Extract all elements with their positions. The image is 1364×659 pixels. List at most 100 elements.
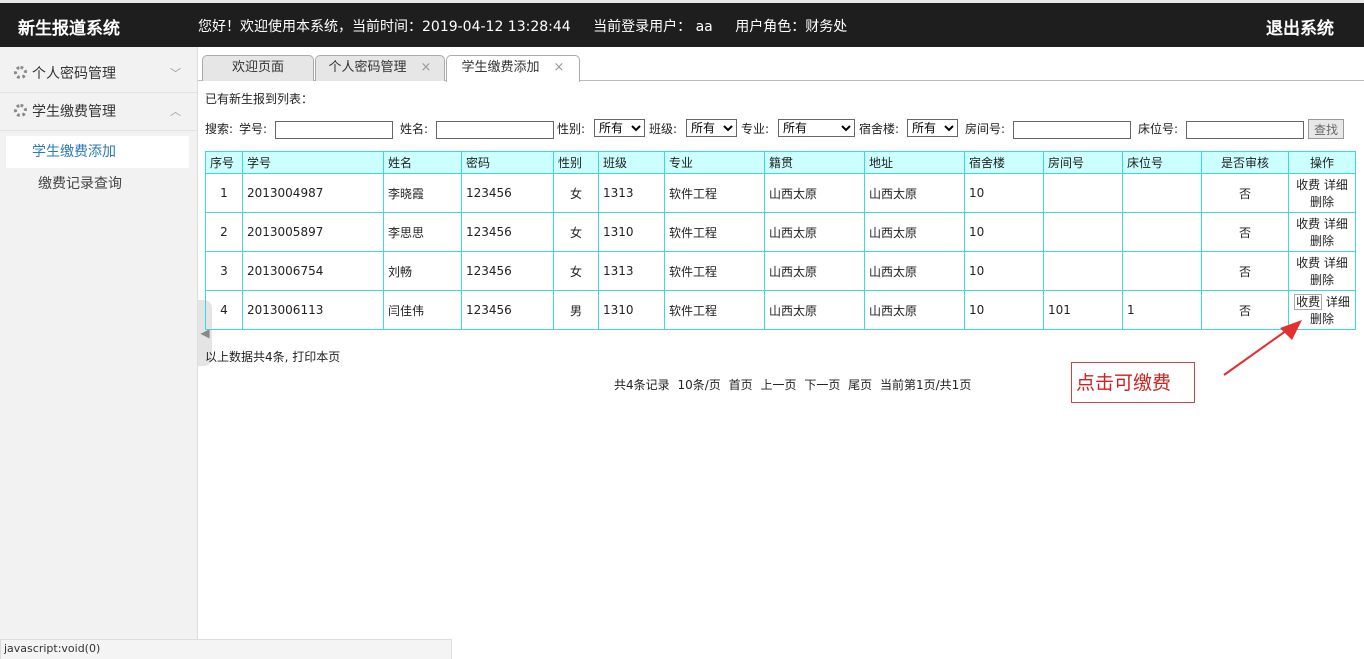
greeting-text: 您好！欢迎使用本系统，当前时间：2019-04-12 13:28:44 [198,19,571,35]
table-cell: 1 [205,173,243,213]
user-role: 用户角色：财务处 [735,19,848,35]
tab-bar: 欢迎页面 个人密码管理 × 学生缴费添加 × [198,47,1364,82]
chevron-up-icon: ︿ [170,105,181,118]
table-cell: 刘畅 [383,251,462,291]
table-cell: 1310 [598,212,665,252]
room-input[interactable] [1013,121,1131,139]
table-cell: 1313 [598,173,665,213]
table-cell: 123456 [461,290,554,330]
table-cell: 2013006754 [242,251,384,291]
col-native: 籍贯 [764,151,865,174]
table-cell: 123456 [461,212,554,252]
sidebar-group-password[interactable]: 个人密码管理 ﹀ [0,55,197,93]
table-row: 2 2013005897 李思思 123456 女 1310 软件工程 山西太原 山西太原 10 否… [205,212,1356,252]
summary-text: 以上数据共4条, 打印本页 [205,350,341,364]
tab-welcome[interactable]: 欢迎页面 [202,55,314,81]
current-user: 当前登录用户： aa [593,19,713,35]
pager-prev[interactable]: 上一页 [760,378,796,392]
pager-total: 共4条记录 [614,378,670,392]
table-cell: 1313 [598,251,665,291]
table-cell: 10 [964,290,1044,330]
table-cell: 2013005897 [242,212,384,252]
col-gender: 性别 [553,151,599,174]
pager-current: 当前第1页/共1页 [880,378,972,392]
detail-link[interactable]: 详细 [1324,256,1348,270]
tab-label: 欢迎页面 [231,60,284,75]
table-cell [1043,173,1123,213]
sidebar-item-payment-records[interactable]: 缴费记录查询 [6,168,189,200]
table-cell: 李思思 [383,212,462,252]
logout-button[interactable]: 退出系统 [1266,14,1334,39]
table-cell: 否 [1201,251,1289,291]
detail-link[interactable]: 详细 [1324,178,1348,192]
charge-link[interactable]: 收费 [1294,294,1323,310]
col-student-no: 学号 [242,151,384,174]
table-row: 3 2013006754 刘畅 123456 女 1313 软件工程 山西太原 山西太原 10 否收… [205,251,1356,291]
table-cell: 2 [205,212,243,252]
gender-label: 性别: [557,122,586,136]
student-no-input[interactable] [275,121,393,139]
table-cell: 否 [1201,173,1289,213]
table-cell: 山西太原 [864,173,965,213]
tab-password[interactable]: 个人密码管理 × [315,55,445,81]
main-content: 已有新生报到列表： 搜索: 学号: 姓名: 性别: 所有 班级: 所有 专业: … [205,90,1360,141]
table-cell: 闫佳伟 [383,290,462,330]
table-cell: 3 [205,251,243,291]
close-icon[interactable]: × [554,60,565,75]
table-cell: 123456 [461,173,554,213]
table-cell: 123456 [461,251,554,291]
col-room: 房间号 [1043,151,1123,174]
charge-link[interactable]: 收费 [1296,256,1320,270]
table-cell: 女 [553,212,599,252]
delete-link[interactable]: 删除 [1293,271,1351,288]
charge-link[interactable]: 收费 [1296,178,1320,192]
class-select[interactable]: 所有 [686,119,737,137]
col-name: 姓名 [383,151,462,174]
dorm-select[interactable]: 所有 [907,119,958,137]
table-cell: 2013004987 [242,173,384,213]
sidebar-group-label: 学生缴费管理 [32,104,116,120]
col-address: 地址 [864,151,965,174]
sidebar-group-payment[interactable]: 学生缴费管理 ︿ [0,93,197,131]
room-label: 房间号: [965,122,1006,136]
table-cell: 山西太原 [764,173,865,213]
charge-link[interactable]: 收费 [1296,217,1320,231]
name-input[interactable] [436,121,554,139]
gender-select[interactable]: 所有 [594,119,645,137]
class-label: 班级: [649,122,678,136]
table-cell: 10 [964,173,1044,213]
delete-link[interactable]: 删除 [1293,193,1351,210]
sidebar-item-payment-add[interactable]: 学生缴费添加 [6,136,189,168]
pager-next[interactable]: 下一页 [804,378,840,392]
table-cell: 山西太原 [864,212,965,252]
app-title: 新生报道系统 [18,19,120,39]
table-cell: 山西太原 [764,290,865,330]
col-reviewed: 是否审核 [1201,151,1289,174]
search-button[interactable]: 查找 [1308,119,1345,139]
table-cell [1122,251,1202,291]
top-bar: 新生报道系统 您好！欢迎使用本系统，当前时间：2019-04-12 13:28:… [0,0,1364,47]
pager-first[interactable]: 首页 [729,378,753,392]
detail-link[interactable]: 详细 [1326,295,1350,309]
bed-input[interactable] [1186,121,1304,139]
table-cell [1043,251,1123,291]
detail-link[interactable]: 详细 [1324,217,1348,231]
col-password: 密码 [461,151,554,174]
search-form: 搜索: 学号: 姓名: 性别: 所有 班级: 所有 专业: 所有 宿舍楼: 所有… [205,119,1360,141]
table-cell: 女 [553,173,599,213]
delete-link[interactable]: 删除 [1293,232,1351,249]
close-icon[interactable]: × [421,60,432,75]
ops-cell: 收费 详细 删除 [1288,212,1356,252]
tab-label: 学生缴费添加 [461,60,540,75]
col-major: 专业 [664,151,765,174]
table-cell: 101 [1043,290,1123,330]
table-cell: 软件工程 [664,251,765,291]
table-cell: 否 [1201,212,1289,252]
annotation-arrow-icon [1223,320,1302,376]
table-cell: 女 [553,251,599,291]
major-select[interactable]: 所有 [778,119,855,137]
tab-payment-add[interactable]: 学生缴费添加 × [446,55,580,82]
browser-status-bar: javascript:void(0) [0,639,452,659]
pager-last[interactable]: 尾页 [848,378,872,392]
table-row: 4 2013006113 闫佳伟 123456 男 1310 软件工程 山西太原 山西太原 10 1… [205,290,1356,330]
